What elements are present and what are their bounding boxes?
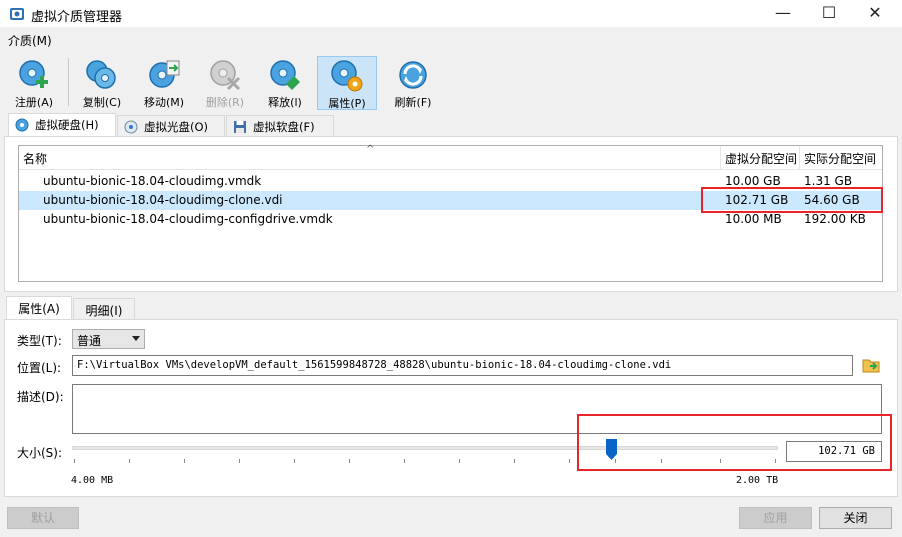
slider-tick	[459, 459, 460, 463]
slider-tick	[349, 459, 350, 463]
cell-name: ubuntu-bionic-18.04-cloudimg-clone.vdi	[43, 193, 283, 207]
close-window-button[interactable]: ✕	[852, 0, 898, 28]
media-table: 名称 ^ 虚拟分配空间 实际分配空间 ubuntu-bionic-18.04-c…	[18, 144, 883, 282]
refresh-button[interactable]: 刷新(F)	[386, 56, 440, 110]
copy-button[interactable]: 复制(C)	[76, 56, 128, 110]
sort-indicator-icon: ^	[366, 144, 375, 155]
media-tab-panel: 名称 ^ 虚拟分配空间 实际分配空间 ubuntu-bionic-18.04-c…	[4, 136, 898, 292]
properties-tabs: 属性(A) 明细(I)	[0, 296, 902, 320]
minimize-button[interactable]: —	[760, 0, 806, 28]
tab-virtual-floppy-disks[interactable]: 虚拟软盘(F)	[226, 115, 334, 137]
tab-details[interactable]: 明细(I)	[73, 298, 135, 320]
size-max-label: 2.00 TB	[736, 475, 779, 486]
size-label: 大小(S):	[17, 446, 63, 460]
location-label: 位置(L):	[17, 361, 62, 375]
slider-tick	[569, 459, 570, 463]
cell-name: ubuntu-bionic-18.04-cloudimg.vmdk	[43, 174, 262, 188]
optical-disk-icon	[124, 120, 138, 134]
release-label: 释放(l)	[268, 96, 302, 109]
menu-bar: 介质(M)	[0, 29, 902, 51]
remove-disk-icon	[210, 60, 241, 91]
slider-tick	[74, 459, 75, 463]
close-button[interactable]: 关闭	[819, 507, 892, 529]
reset-button[interactable]: 默认	[7, 507, 79, 529]
tab-virtual-optical-disks[interactable]: 虚拟光盘(O)	[117, 115, 225, 137]
refresh-label: 刷新(F)	[394, 96, 432, 109]
slider-tick	[184, 459, 185, 463]
register-button[interactable]: 注册(A)	[8, 56, 60, 110]
folder-browse-icon[interactable]	[860, 355, 882, 376]
move-label: 移动(M)	[143, 96, 185, 109]
toolbar: 注册(A) 复制(C) 移动(M) 删除(R) 释放(l) 属性(P) 刷新(F…	[0, 52, 902, 110]
virtualbox-app-icon	[10, 8, 24, 20]
release-disk-icon	[270, 60, 300, 90]
column-header-virtual-size[interactable]: 虚拟分配空间	[721, 146, 800, 170]
tab-label: 虚拟光盘(O)	[144, 120, 209, 134]
properties-disk-icon	[331, 60, 363, 92]
move-disk-icon	[149, 60, 180, 88]
hard-disk-icon	[15, 118, 29, 132]
column-header-actual-size[interactable]: 实际分配空间	[800, 146, 882, 170]
size-min-label: 4.00 MB	[71, 475, 114, 486]
menu-media[interactable]: 介质(M)	[8, 32, 52, 49]
highlight-box	[577, 414, 892, 471]
copy-label: 复制(C)	[82, 96, 122, 109]
toolbar-separator	[68, 58, 69, 106]
register-label: 注册(A)	[14, 96, 54, 109]
tab-properties[interactable]: 属性(A)	[6, 296, 72, 320]
window-title: 虚拟介质管理器	[31, 10, 123, 25]
highlight-box	[701, 187, 883, 213]
cell-name: ubuntu-bionic-18.04-cloudimg-configdrive…	[43, 212, 333, 226]
title-bar: 虚拟介质管理器 — ☐ ✕	[0, 0, 902, 28]
floppy-disk-icon	[234, 121, 246, 133]
maximize-button[interactable]: ☐	[806, 0, 852, 28]
properties-label: 属性(P)	[328, 97, 366, 110]
copy-disk-icon	[86, 60, 116, 89]
slider-tick	[239, 459, 240, 463]
description-label: 描述(D):	[17, 390, 64, 404]
release-button[interactable]: 释放(l)	[259, 56, 311, 110]
table-header: 名称 ^ 虚拟分配空间 实际分配空间	[19, 144, 882, 170]
properties-button[interactable]: 属性(P)	[317, 56, 377, 110]
type-combobox[interactable]: 普通	[72, 329, 145, 349]
slider-tick	[294, 459, 295, 463]
tab-label: 虚拟软盘(F)	[253, 120, 315, 134]
move-button[interactable]: 移动(M)	[137, 56, 191, 110]
apply-button[interactable]: 应用	[739, 507, 812, 529]
register-disk-icon	[19, 60, 48, 88]
remove-label: 删除(R)	[205, 96, 245, 109]
slider-tick	[129, 459, 130, 463]
dropdown-arrow-icon	[132, 336, 140, 341]
type-value: 普通	[77, 334, 102, 348]
slider-tick	[404, 459, 405, 463]
remove-button[interactable]: 删除(R)	[199, 56, 251, 110]
location-field[interactable]: F:\VirtualBox VMs\developVM_default_1561…	[72, 355, 853, 376]
refresh-icon	[399, 61, 427, 89]
tab-virtual-hard-disks[interactable]: 虚拟硬盘(H)	[8, 113, 116, 137]
slider-tick	[514, 459, 515, 463]
media-tabs: 虚拟硬盘(H) 虚拟光盘(O) 虚拟软盘(F)	[0, 113, 902, 137]
tab-label: 虚拟硬盘(H)	[35, 118, 99, 132]
type-label: 类型(T):	[17, 334, 62, 348]
